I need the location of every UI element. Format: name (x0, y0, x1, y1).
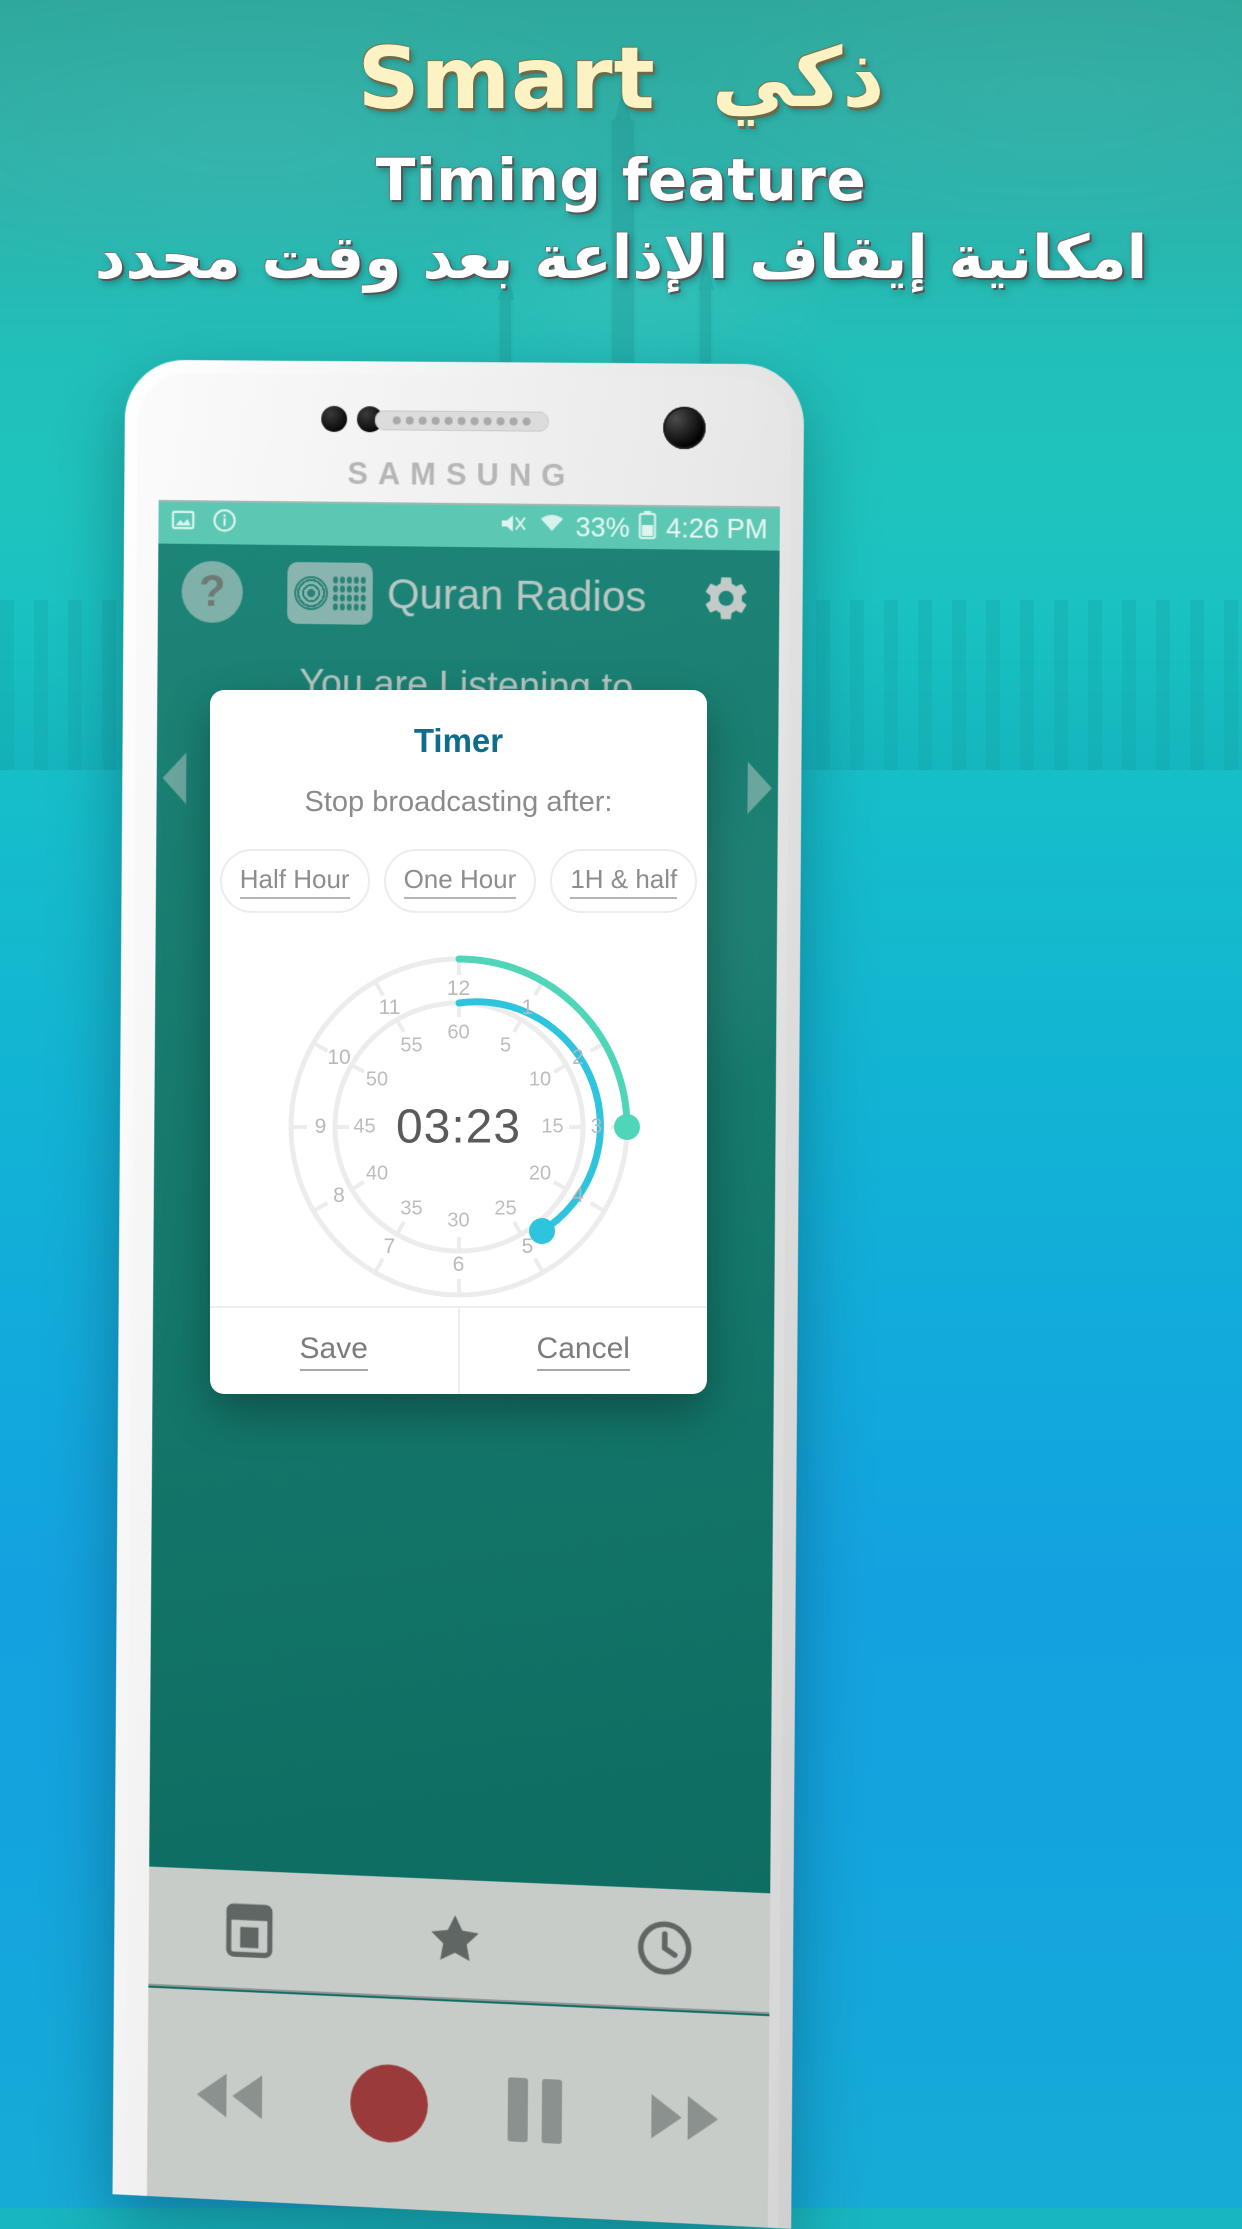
minute-label-45: 45 (353, 1115, 376, 1138)
help-button[interactable]: ? (181, 560, 244, 624)
minute-label-30: 30 (447, 1209, 470, 1232)
rewind-button[interactable] (187, 2065, 270, 2127)
status-bar-left (170, 506, 489, 542)
record-icon (349, 2062, 428, 2145)
hour-label-7: 7 (383, 1234, 396, 1258)
gear-icon (705, 577, 747, 620)
pause-button[interactable] (507, 2077, 563, 2144)
chip-half-hour-label: Half Hour (239, 864, 350, 899)
forward-button[interactable] (643, 2087, 728, 2149)
radio-speaker-icon (294, 575, 329, 611)
tab-history[interactable] (634, 1917, 695, 1980)
chip-half-hour[interactable]: Half Hour (219, 849, 370, 913)
hour-label-8: 8 (333, 1184, 345, 1207)
battery-percent-label: 33% (575, 511, 630, 543)
hero-title-en: Smart (357, 29, 656, 130)
sensor-dot-icon (321, 405, 348, 433)
forward-icon (650, 2094, 718, 2142)
dialog-title: Timer (413, 722, 504, 759)
hour-label-9: 9 (314, 1115, 327, 1138)
app-bar: ? Quran Radios (158, 546, 780, 646)
star-icon (431, 1914, 479, 1962)
minute-label-20: 20 (528, 1162, 552, 1185)
chip-hour-and-half[interactable]: 1H & half (550, 849, 698, 913)
hour-label-3: 3 (590, 1115, 603, 1138)
settings-button[interactable] (692, 567, 755, 630)
app-title: Quran Radios (386, 570, 647, 621)
hour-label-5: 5 (521, 1234, 534, 1258)
timer-dialog: Timer Stop broadcasting after: Half Hour… (210, 690, 707, 1394)
save-label: Save (299, 1332, 368, 1371)
timer-display: 03:23 (395, 1100, 522, 1154)
preset-chip-group: Half Hour One Hour 1H & half (210, 849, 707, 913)
hour-label-1: 1 (521, 995, 534, 1019)
minute-label-15: 15 (541, 1115, 564, 1138)
hour-label-12: 12 (446, 977, 471, 1000)
phone-sensors (137, 400, 790, 450)
dialog-subtitle: Stop broadcasting after: (304, 786, 613, 818)
phone-brand-label: SAMSUNG (347, 455, 576, 494)
radio-grid-icon (333, 576, 367, 611)
minute-label-50: 50 (365, 1068, 389, 1091)
hour-label-11: 11 (378, 995, 401, 1019)
subtitle-en: Timing feature (375, 146, 867, 215)
minute-label-60: 60 (447, 1021, 470, 1044)
chip-hour-and-half-label: 1H & half (570, 864, 678, 899)
hero-row: Smart ذكي (0, 29, 1242, 130)
help-icon: ? (198, 566, 226, 616)
chip-one-hour-label: One Hour (403, 864, 517, 899)
cancel-label: Cancel (536, 1332, 630, 1371)
record-button[interactable] (349, 2062, 428, 2145)
tab-favorites[interactable] (424, 1907, 486, 1970)
minute-label-55: 55 (400, 1034, 423, 1056)
minute-label-35: 35 (400, 1197, 423, 1219)
hour-label-10: 10 (327, 1046, 351, 1069)
minute-label-5: 5 (499, 1034, 512, 1056)
front-camera-icon (663, 406, 706, 450)
earpiece-speaker-icon (374, 410, 549, 432)
image-icon (170, 506, 196, 539)
tab-calendar[interactable] (222, 1899, 278, 1961)
mute-icon (499, 510, 529, 543)
radio-icon (287, 561, 374, 625)
app-bar-center: Quran Radios (256, 561, 678, 629)
clock-label: 4:26 PM (665, 512, 768, 544)
hero-title-ar: ذكي (711, 31, 885, 126)
wifi-icon (538, 511, 566, 542)
rewind-icon (196, 2072, 263, 2120)
next-station-icon[interactable] (747, 761, 773, 815)
clock-icon (634, 1917, 695, 1980)
hour-label-2: 2 (572, 1046, 584, 1069)
pause-icon (507, 2077, 529, 2143)
clock-dial[interactable]: 12 1 2 3 4 5 6 7 8 9 10 11 60 5 10 15 20… (259, 927, 659, 1327)
subtitle-ar: امكانية إيقاف الإذاعة بعد وقت محدد (94, 223, 1148, 294)
minute-label-10: 10 (528, 1068, 552, 1091)
media-controls (146, 1987, 770, 2228)
status-bar-right: 33% 4:26 PM (499, 509, 768, 547)
minute-label-25: 25 (494, 1197, 517, 1219)
time-picker[interactable]: 12 1 2 3 4 5 6 7 8 9 10 11 60 5 10 15 20… (210, 917, 707, 1306)
prev-station-icon[interactable] (162, 752, 187, 805)
calendar-icon (222, 1899, 278, 1961)
status-bar: 33% 4:26 PM (158, 501, 780, 551)
minute-label-40: 40 (365, 1162, 389, 1185)
hour-label-4: 4 (572, 1184, 584, 1207)
promo-banner: Smart ذكي Timing feature امكانية إيقاف ا… (0, 0, 1242, 293)
hour-handle (613, 1114, 640, 1140)
battery-icon (639, 510, 657, 545)
info-icon (212, 507, 238, 540)
hour-label-6: 6 (452, 1253, 465, 1276)
chip-one-hour[interactable]: One Hour (383, 849, 537, 913)
